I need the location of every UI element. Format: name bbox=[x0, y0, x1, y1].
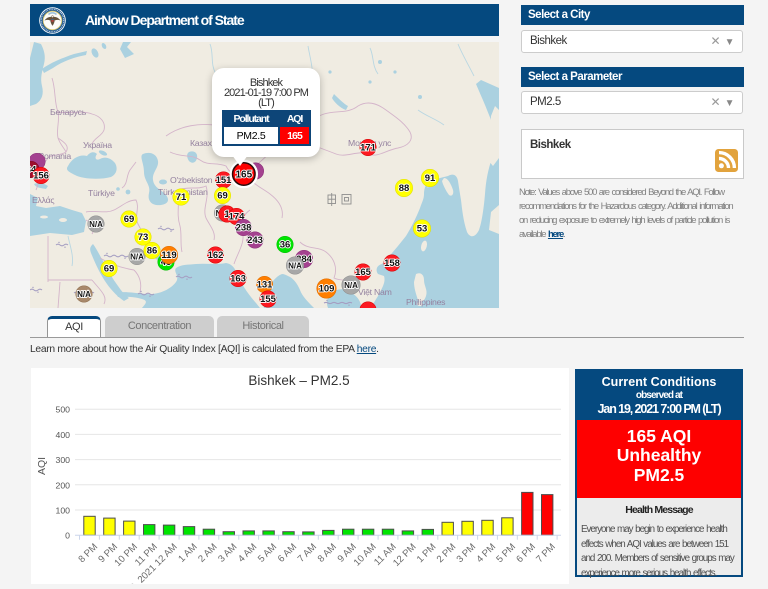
svg-text:238: 238 bbox=[236, 223, 252, 234]
svg-text:71: 71 bbox=[176, 192, 187, 203]
svg-text:163: 163 bbox=[230, 274, 246, 285]
svg-text:53: 53 bbox=[417, 224, 428, 235]
svg-text:AQI: AQI bbox=[36, 457, 48, 475]
svg-text:69: 69 bbox=[124, 214, 135, 225]
svg-text:155: 155 bbox=[260, 294, 277, 305]
svg-text:200: 200 bbox=[56, 480, 71, 490]
svg-text:300: 300 bbox=[56, 455, 71, 465]
svg-text:Türkiye: Türkiye bbox=[88, 188, 115, 198]
svg-text:243: 243 bbox=[247, 235, 263, 246]
svg-text:165: 165 bbox=[235, 169, 252, 180]
svg-text:Philippines: Philippines bbox=[406, 297, 446, 307]
svg-text:73: 73 bbox=[138, 232, 149, 243]
svg-text:91: 91 bbox=[425, 173, 436, 184]
svg-text:69: 69 bbox=[104, 264, 115, 275]
svg-text:162: 162 bbox=[208, 250, 224, 261]
svg-text:Беларусь: Беларусь bbox=[50, 107, 87, 117]
svg-text:109: 109 bbox=[319, 284, 335, 295]
svg-text:Ελλάς: Ελλάς bbox=[32, 195, 54, 205]
svg-text:69: 69 bbox=[217, 191, 228, 202]
svg-text:151: 151 bbox=[216, 175, 233, 186]
svg-text:Bishkek – PM2.5: Bishkek – PM2.5 bbox=[248, 373, 349, 388]
svg-text:Việt Nam: Việt Nam bbox=[358, 287, 392, 297]
svg-text:N/A: N/A bbox=[130, 253, 144, 262]
svg-text:400: 400 bbox=[56, 430, 71, 440]
svg-text:N/A: N/A bbox=[89, 220, 103, 229]
svg-text:165: 165 bbox=[355, 267, 372, 278]
svg-text:88: 88 bbox=[399, 183, 410, 194]
svg-text:O'zbekiston: O'zbekiston bbox=[170, 175, 213, 185]
svg-text:158: 158 bbox=[384, 258, 400, 269]
svg-text:N/A: N/A bbox=[77, 290, 91, 299]
svg-text:86: 86 bbox=[147, 246, 158, 257]
svg-text:0: 0 bbox=[65, 531, 70, 541]
svg-text:500: 500 bbox=[56, 405, 71, 415]
svg-text:Україна: Україна bbox=[83, 140, 112, 150]
svg-text:100: 100 bbox=[56, 506, 71, 516]
svg-text:156: 156 bbox=[33, 171, 49, 182]
svg-text:N/A: N/A bbox=[288, 262, 302, 271]
svg-text:N/A: N/A bbox=[344, 281, 358, 290]
svg-text:36: 36 bbox=[280, 240, 291, 251]
svg-text:171: 171 bbox=[360, 143, 377, 154]
svg-text:131: 131 bbox=[257, 280, 274, 291]
svg-text:119: 119 bbox=[161, 250, 176, 261]
